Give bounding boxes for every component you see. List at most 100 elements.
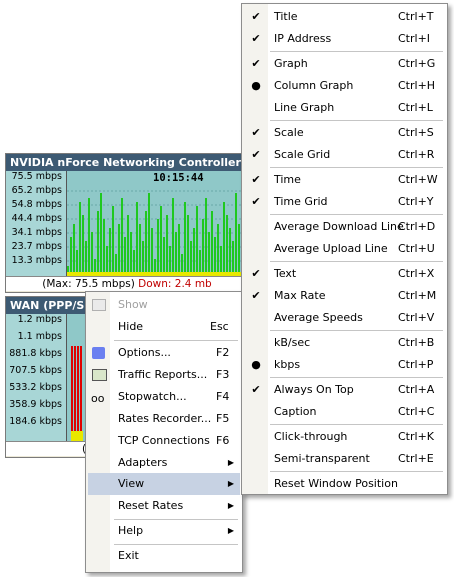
view-menu-item-reset-window-position[interactable]: Reset Window Position [244,473,445,495]
meter-window-adapter[interactable]: NVIDIA nForce Networking Controller [10.… [5,153,249,293]
menu-item-shortcut: F5 [216,412,230,425]
traffic-bar [136,202,138,276]
traffic-bar [88,198,90,276]
submenu-arrow-icon: ▶ [227,501,234,510]
traffic-graph-bars [67,190,248,276]
options-icon [92,347,105,359]
view-menu-item-line-graph[interactable]: Line Graph Ctrl+L [244,97,445,119]
view-menu-item-kbps[interactable]: ● kbps Ctrl+P [244,354,445,376]
menu-item-reset-rates[interactable]: Reset Rates ▶ [88,495,240,517]
traffic-bar [193,228,195,276]
menu-item-show[interactable]: Show [88,294,240,316]
checkmark-icon: ✔ [251,148,261,161]
menu-item-adapters[interactable]: Adapters ▶ [88,452,240,474]
menu-item-label: Time [274,173,301,186]
menu-item-shortcut: Ctrl+W [398,173,438,186]
checkmark-icon: ✔ [251,289,261,302]
traffic-bar [130,232,132,276]
view-menu-item-scale[interactable]: ✔ Scale Ctrl+S [244,122,445,144]
checkmark-icon: ✔ [251,32,261,45]
menu-item-label: TCP Connections [118,434,210,447]
menu-item-shortcut: Ctrl+M [398,289,437,302]
menu-item-rates-recorder[interactable]: Rates Recorder... F5 [88,408,240,430]
menu-item-tcp-connections[interactable]: TCP Connections F6 [88,430,240,452]
menu-item-shortcut: Ctrl+L [398,101,433,114]
status-bar: (Max: 75.5 mbps) Down: 2.4 mb [6,276,248,291]
menu-item-label: Average Download Line [274,220,404,233]
menu-item-shortcut: Ctrl+D [398,220,436,233]
meter-title[interactable]: WAN (PPP/SLI [6,297,96,314]
view-menu-item-title[interactable]: ✔ Title Ctrl+T [244,6,445,28]
view-menu-item-time[interactable]: ✔ Time Ctrl+W [244,169,445,191]
view-menu-item-average-download-line[interactable]: Average Download Line Ctrl+D [244,216,445,238]
traffic-bar [127,215,129,276]
view-menu-item-max-rate[interactable]: ✔ Max Rate Ctrl+M [244,285,445,307]
view-menu-item-always-on-top[interactable]: ✔ Always On Top Ctrl+A [244,379,445,401]
view-menu-item-average-speeds[interactable]: Average Speeds Ctrl+V [244,307,445,329]
view-menu-item-ip-address[interactable]: ✔ IP Address Ctrl+I [244,28,445,50]
menu-item-exit[interactable]: Exit [88,545,240,567]
traffic-bar [169,246,171,276]
traffic-bar [70,237,72,276]
menu-item-shortcut: Ctrl+A [398,383,435,396]
traffic-bar [208,232,210,276]
menu-item-shortcut: Ctrl+B [398,336,435,349]
scale-label: 881.8 kbps [9,348,62,359]
menu-item-view[interactable]: View ▶ [88,473,240,495]
traffic-bar [73,224,75,276]
traffic-bar [226,215,228,276]
menu-item-shortcut: F3 [216,368,230,381]
checkmark-icon: ✔ [251,126,261,139]
view-menu-item-time-grid[interactable]: ✔ Time Grid Ctrl+Y [244,191,445,213]
view-submenu[interactable]: ✔ Title Ctrl+T ✔ IP Address Ctrl+I ✔ Graph Ctrl+… [241,3,448,495]
traffic-bar [139,224,141,276]
meter-window-wan[interactable]: WAN (PPP/SLI 1.2 mbps 1.1 mbps 881.8 kbp… [5,296,97,458]
meter-title[interactable]: NVIDIA nForce Networking Controller [10. [6,154,248,171]
traffic-bar [223,202,225,276]
traffic-bar [124,237,126,276]
traffic-bar [175,232,177,276]
submenu-arrow-icon: ▶ [227,458,234,467]
checkmark-icon: ✔ [251,10,261,23]
traffic-bar [109,228,111,276]
scale-label: 358.9 kbps [9,399,62,410]
status-max: (Max: 75.5 mbps) [42,278,135,290]
view-menu-item-average-upload-line[interactable]: Average Upload Line Ctrl+U [244,238,445,260]
checkmark-icon: ✔ [251,57,261,70]
view-menu-item-caption[interactable]: Caption Ctrl+C [244,401,445,423]
graph-time: 10:15:44 [153,172,204,184]
traffic-bar [97,211,99,276]
menu-item-label: Time Grid [274,195,328,208]
view-menu-item-kb-sec[interactable]: kB/sec Ctrl+B [244,332,445,354]
status-bar: ( [6,441,96,456]
view-menu-item-column-graph[interactable]: ● Column Graph Ctrl+H [244,75,445,97]
traffic-bar [205,198,207,276]
menu-item-help[interactable]: Help ▶ [88,520,240,542]
menu-item-label: IP Address [274,32,332,45]
menu-item-stopwatch[interactable]: oo Stopwatch... F4 [88,386,240,408]
menu-item-label: Adapters [118,456,168,469]
view-menu-item-click-through[interactable]: Click-through Ctrl+K [244,426,445,448]
traffic-bar [187,215,189,276]
upload-bars [71,346,83,441]
menu-item-shortcut: Ctrl+E [398,452,434,465]
menu-item-options[interactable]: Options... F2 [88,342,240,364]
traffic-bar [166,215,168,276]
context-menu[interactable]: Show Hide Esc Options... F2 Traffic Repo… [85,291,243,573]
traffic-bar [172,198,174,276]
traffic-bar [100,193,102,276]
view-menu-item-semi-transparent[interactable]: Semi-transparent Ctrl+E [244,448,445,470]
menu-item-label: Always On Top [274,383,354,396]
traffic-bar [79,202,81,276]
checkmark-icon: ✔ [251,173,261,186]
menu-item-hide[interactable]: Hide Esc [88,316,240,338]
view-menu-item-graph[interactable]: ✔ Graph Ctrl+G [244,53,445,75]
menu-item-label: Scale [274,126,304,139]
menu-item-label: Column Graph [274,79,354,92]
traffic-bar [160,206,162,276]
traffic-bar [145,211,147,276]
view-menu-item-scale-grid[interactable]: ✔ Scale Grid Ctrl+R [244,144,445,166]
view-menu-item-text[interactable]: ✔ Text Ctrl+X [244,263,445,285]
menu-item-label: Scale Grid [274,148,331,161]
menu-item-traffic-reports[interactable]: Traffic Reports... F3 [88,364,240,386]
